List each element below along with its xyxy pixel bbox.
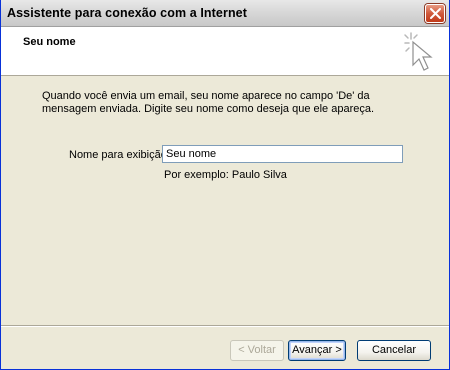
wizard-content: Quando você envia um email, seu nome apa… [1,77,449,325]
window-title: Assistente para conexão com a Internet [7,6,247,20]
close-button[interactable] [425,4,445,23]
wizard-cursor-icon [404,32,433,71]
example-hint: Por exemplo: Paulo Silva [164,169,287,181]
close-icon [430,8,441,19]
display-name-input[interactable] [162,145,403,163]
display-name-label: Nome para exibição: [69,149,170,161]
next-button[interactable]: Avançar > [288,340,346,361]
page-heading: Seu nome [23,36,76,48]
description-text: Quando você envia um email, seu nome apa… [42,90,375,115]
wizard-header: Seu nome [1,27,449,76]
wizard-window: Assistente para conexão com a Internet S… [0,0,450,370]
title-bar[interactable]: Assistente para conexão com a Internet [1,0,449,27]
footer-divider [1,325,449,327]
cancel-button[interactable]: Cancelar [357,340,431,361]
back-button[interactable]: < Voltar [230,340,284,361]
